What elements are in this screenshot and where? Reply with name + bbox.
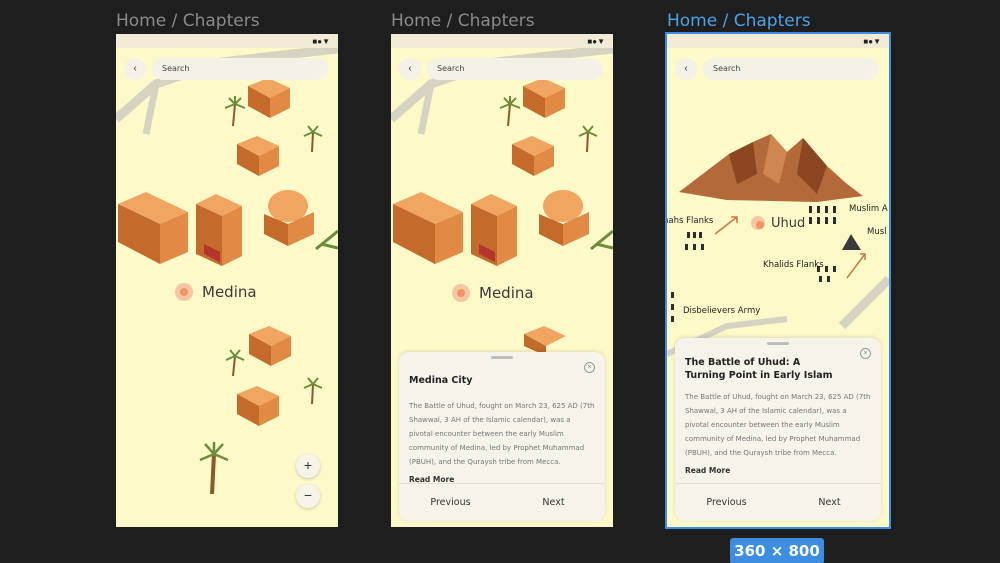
close-icon[interactable]: × bbox=[584, 362, 595, 373]
building-icon bbox=[264, 190, 314, 246]
palm-tree-icon bbox=[578, 125, 598, 153]
camp-icon bbox=[842, 234, 861, 250]
city-label-medina[interactable]: Medina bbox=[202, 283, 257, 301]
city-marker-icon[interactable] bbox=[452, 284, 470, 302]
troops-icon bbox=[685, 232, 704, 250]
sheet-title-line-1: The Battle of Uhud: A bbox=[685, 357, 801, 368]
frame-size-badge: 360 × 800 bbox=[730, 538, 824, 563]
map-label-khalids-flanks[interactable]: Khalids Flanks bbox=[763, 260, 824, 270]
next-button[interactable]: Next bbox=[778, 484, 881, 521]
frame-medina-sheet[interactable]: ■●▼ ‹ Search Medina × Medina City The Ba… bbox=[391, 34, 613, 527]
building-icon bbox=[512, 136, 554, 176]
troops-icon bbox=[809, 206, 836, 224]
map-label-disbelievers-army[interactable]: Disbelievers Army bbox=[683, 306, 760, 316]
search-input[interactable]: Search bbox=[152, 58, 328, 80]
search-input[interactable]: Search bbox=[427, 58, 603, 80]
status-bar: ■●▼ bbox=[667, 34, 889, 48]
palm-tree-icon bbox=[303, 125, 323, 153]
palm-tree-icon bbox=[224, 96, 246, 127]
map-label-flanks[interactable]: hahs Flanks bbox=[667, 216, 713, 226]
map-label-muslim-camp[interactable]: Musl bbox=[867, 227, 887, 237]
building-icon bbox=[471, 194, 517, 266]
building-icon bbox=[393, 192, 463, 264]
frame-uhud-sheet[interactable]: ■●▼ ‹ Search hahs Flanks Muslim A Musl K… bbox=[665, 32, 891, 529]
back-button[interactable]: ‹ bbox=[124, 58, 146, 80]
sheet-navigation: Previous Next bbox=[675, 483, 881, 521]
read-more-link[interactable]: Read More bbox=[685, 466, 871, 475]
palm-tree-icon bbox=[499, 96, 521, 127]
building-icon bbox=[118, 192, 188, 264]
mountain-icon bbox=[679, 134, 863, 202]
palm-tree-icon bbox=[225, 349, 245, 377]
frame-label-1[interactable]: Home / Chapters bbox=[116, 11, 260, 31]
sheet-drag-handle[interactable] bbox=[767, 342, 789, 345]
sheet-title: Medina City bbox=[409, 375, 473, 386]
status-bar: ■●▼ bbox=[116, 34, 338, 48]
city-label-uhud[interactable]: Uhud bbox=[771, 216, 805, 231]
previous-button[interactable]: Previous bbox=[675, 484, 778, 521]
sheet-body: The Battle of Uhud, fought on March 23, … bbox=[685, 393, 871, 457]
palm-tree-icon bbox=[303, 377, 323, 405]
sheet-drag-handle[interactable] bbox=[491, 356, 513, 359]
building-icon bbox=[237, 136, 279, 176]
info-sheet[interactable]: × Medina City The Battle of Uhud, fought… bbox=[399, 352, 605, 521]
palm-tree-icon bbox=[199, 442, 229, 495]
building-icon bbox=[248, 78, 290, 118]
frame-label-3[interactable]: Home / Chapters bbox=[667, 11, 811, 31]
troops-icon bbox=[671, 292, 674, 322]
zoom-out-button[interactable]: − bbox=[296, 484, 320, 508]
sheet-navigation: Previous Next bbox=[399, 483, 605, 521]
map-illustration bbox=[116, 44, 338, 495]
city-marker-icon[interactable] bbox=[751, 216, 765, 230]
back-button[interactable]: ‹ bbox=[675, 58, 697, 80]
building-icon bbox=[237, 386, 279, 426]
previous-button[interactable]: Previous bbox=[399, 484, 502, 521]
map-label-muslim-army[interactable]: Muslim A bbox=[849, 204, 888, 214]
next-button[interactable]: Next bbox=[502, 484, 605, 521]
city-marker-icon[interactable] bbox=[175, 283, 193, 301]
sheet-body: The Battle of Uhud, fought on March 23, … bbox=[409, 402, 595, 466]
frame-label-2[interactable]: Home / Chapters bbox=[391, 11, 535, 31]
frame-medina-map[interactable]: ■●▼ ‹ Search Medina + − bbox=[116, 34, 338, 527]
sheet-title-line-2: Turning Point in Early Islam bbox=[685, 370, 833, 381]
info-sheet[interactable]: × The Battle of Uhud: A Turning Point in… bbox=[675, 338, 881, 521]
building-icon bbox=[523, 78, 565, 118]
zoom-in-button[interactable]: + bbox=[296, 454, 320, 478]
close-icon[interactable]: × bbox=[860, 348, 871, 359]
design-canvas: Home / Chapters Home / Chapters Home / C… bbox=[0, 0, 1000, 563]
building-icon bbox=[539, 190, 589, 246]
building-icon bbox=[249, 326, 291, 366]
building-icon bbox=[196, 194, 242, 266]
city-label-medina[interactable]: Medina bbox=[479, 284, 534, 302]
status-bar: ■●▼ bbox=[391, 34, 613, 48]
search-input[interactable]: Search bbox=[703, 58, 879, 80]
back-button[interactable]: ‹ bbox=[399, 58, 421, 80]
